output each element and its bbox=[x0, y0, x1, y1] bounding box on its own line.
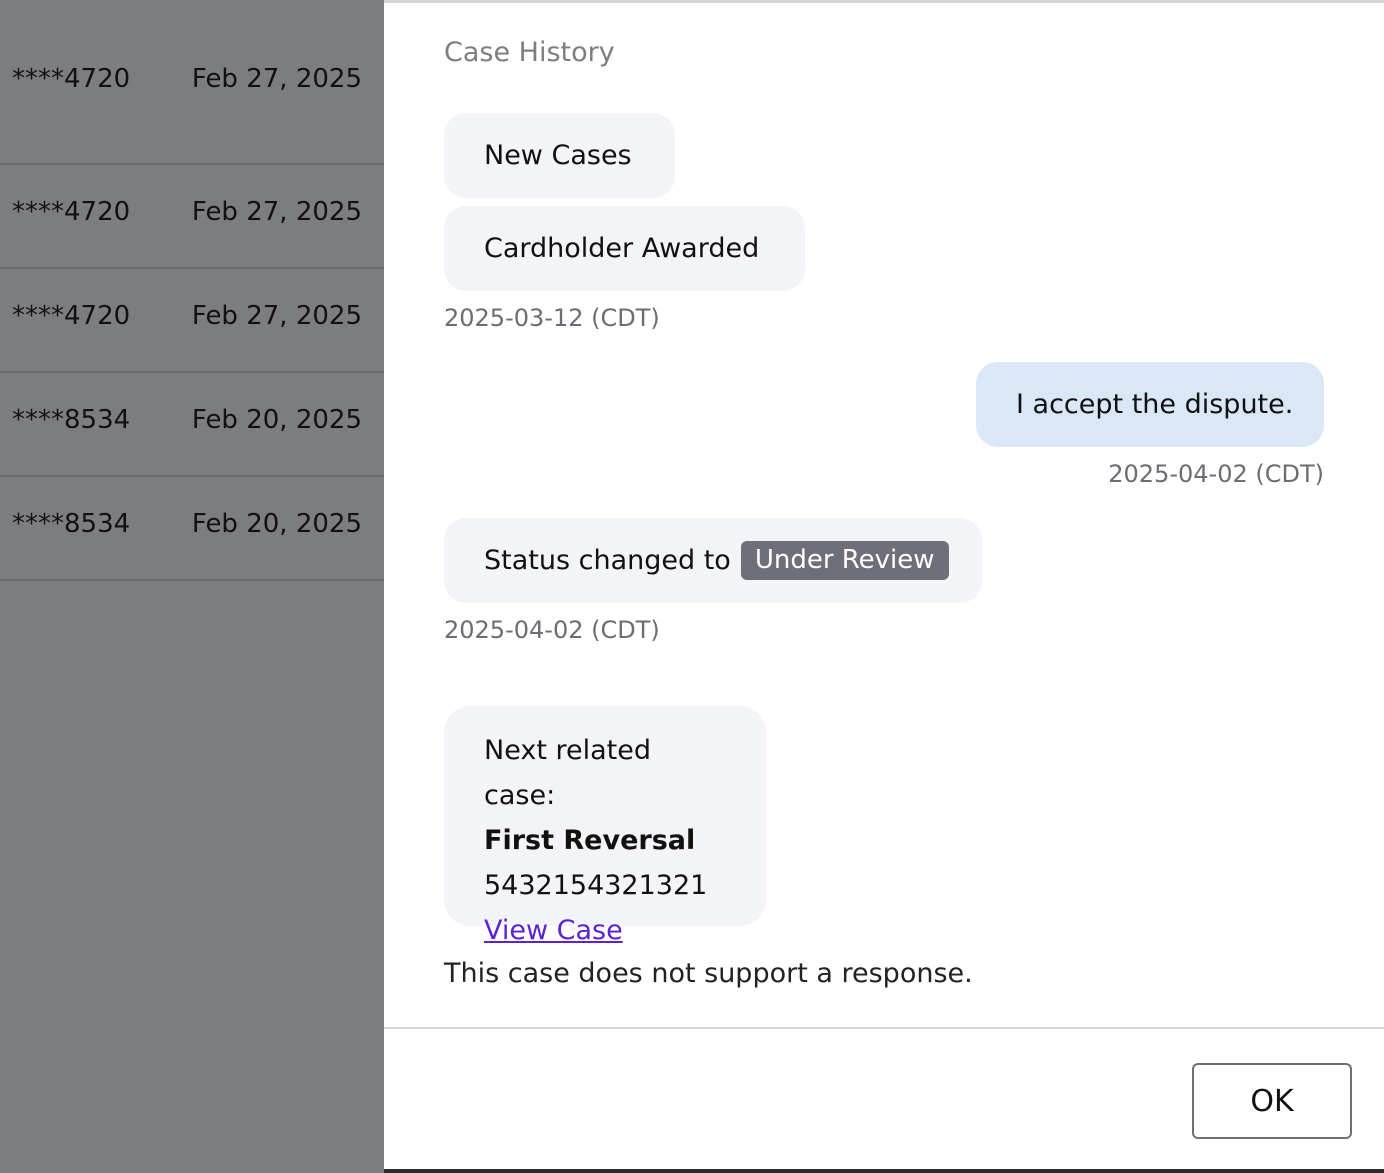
message-accept-dispute: I accept the dispute. bbox=[976, 362, 1324, 447]
status-badge: Under Review bbox=[740, 541, 949, 580]
event-new-cases: New Cases bbox=[444, 113, 675, 198]
ok-button[interactable]: OK bbox=[1192, 1063, 1352, 1139]
no-response-note: This case does not support a response. bbox=[444, 958, 973, 989]
message-text: I accept the dispute. bbox=[1016, 389, 1294, 420]
card-number: ****8534 bbox=[12, 509, 131, 539]
case-history-dialog: Case History New Cases Cardholder Awarde… bbox=[384, 0, 1384, 1173]
table-row: ****8534 Feb 20, 2025 bbox=[0, 373, 384, 477]
table-row: ****4720 Feb 27, 2025 bbox=[0, 165, 384, 269]
related-case-card: Next related case: First Reversal 543215… bbox=[444, 706, 766, 946]
view-case-link[interactable]: View Case bbox=[484, 915, 623, 946]
related-case-number: 5432154321321 bbox=[484, 870, 708, 901]
event-timestamp: 2025-03-12 (CDT) bbox=[444, 304, 660, 332]
event-status-change: Status changed to Under Review bbox=[444, 518, 982, 603]
event-text: Status changed to bbox=[484, 545, 731, 576]
transaction-date: Feb 27, 2025 bbox=[191, 301, 362, 331]
event-cardholder-awarded: Cardholder Awarded bbox=[444, 206, 805, 291]
table-row: ****4720 Feb 27, 2025 bbox=[0, 0, 384, 165]
transaction-date: Feb 20, 2025 bbox=[191, 405, 362, 435]
section-title: Case History bbox=[444, 37, 615, 68]
background-table: ****4720 Feb 27, 2025 ****4720 Feb 27, 2… bbox=[0, 0, 384, 1170]
related-case-heading: Next related case: bbox=[484, 735, 651, 811]
table-row: ****8534 Feb 20, 2025 bbox=[0, 477, 384, 581]
card-number: ****8534 bbox=[12, 405, 131, 435]
card-number: ****4720 bbox=[12, 301, 131, 331]
card-number: ****4720 bbox=[12, 197, 131, 227]
related-case-type: First Reversal bbox=[484, 825, 696, 856]
table-row: ****4720 Feb 27, 2025 bbox=[0, 269, 384, 373]
event-text: Cardholder Awarded bbox=[484, 233, 760, 264]
transaction-date: Feb 27, 2025 bbox=[191, 197, 362, 227]
message-timestamp: 2025-04-02 (CDT) bbox=[1108, 460, 1324, 488]
card-number: ****4720 bbox=[12, 64, 131, 94]
transaction-date: Feb 27, 2025 bbox=[191, 64, 362, 94]
event-text: New Cases bbox=[484, 140, 632, 171]
footer-divider bbox=[384, 1027, 1384, 1029]
transaction-date: Feb 20, 2025 bbox=[191, 509, 362, 539]
event-timestamp: 2025-04-02 (CDT) bbox=[444, 616, 660, 644]
